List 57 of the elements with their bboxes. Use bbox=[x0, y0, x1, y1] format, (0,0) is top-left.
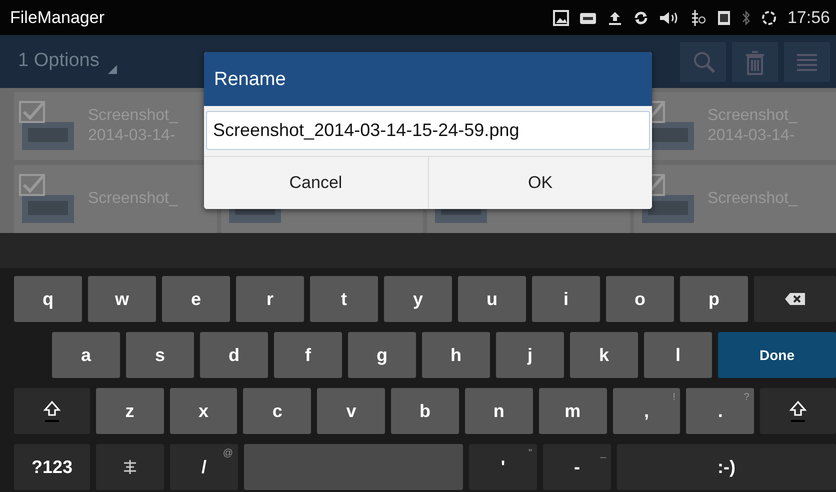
key[interactable]: g bbox=[348, 332, 416, 378]
key[interactable]: c bbox=[243, 388, 312, 434]
key[interactable]: i bbox=[532, 276, 600, 322]
picture-icon bbox=[553, 10, 570, 26]
key[interactable]: ?123 bbox=[14, 444, 90, 490]
key[interactable]: d bbox=[200, 332, 268, 378]
key[interactable]: t bbox=[310, 276, 378, 322]
key[interactable]: b bbox=[391, 388, 459, 434]
ftp-icon bbox=[579, 10, 598, 24]
key[interactable]: w bbox=[88, 276, 156, 322]
key[interactable]: f bbox=[274, 332, 342, 378]
key[interactable]: z bbox=[96, 388, 164, 434]
key[interactable]: h bbox=[422, 332, 490, 378]
bluetooth-icon bbox=[741, 10, 752, 26]
key[interactable]: l bbox=[644, 332, 712, 378]
key[interactable]: ' " bbox=[469, 444, 537, 490]
key[interactable]: j bbox=[496, 332, 564, 378]
sim-icon bbox=[717, 10, 732, 26]
loading-icon bbox=[761, 10, 778, 26]
key[interactable]: . ? bbox=[686, 388, 754, 434]
key[interactable]: x bbox=[170, 388, 238, 434]
filename-field[interactable]: Screenshot_2014-03-14-15-24-59.png bbox=[206, 111, 650, 150]
clock-time: 17:56 bbox=[787, 6, 830, 29]
key[interactable]: a bbox=[52, 332, 120, 378]
key[interactable]: k bbox=[570, 332, 638, 378]
key[interactable]: v bbox=[317, 388, 386, 434]
key[interactable]: , ! bbox=[612, 388, 680, 434]
dialog-title: Rename bbox=[204, 52, 652, 106]
key[interactable]: o bbox=[606, 276, 674, 322]
ok-button[interactable]: OK bbox=[428, 157, 652, 209]
search-button[interactable] bbox=[680, 42, 726, 82]
key[interactable]: q bbox=[14, 276, 82, 322]
volume-icon bbox=[659, 10, 680, 26]
key[interactable]: p bbox=[680, 276, 748, 322]
app-title: FileManager bbox=[10, 6, 104, 29]
input-settings-icon bbox=[122, 459, 138, 475]
done-key[interactable]: Done bbox=[718, 332, 836, 378]
key[interactable]: u bbox=[458, 276, 526, 322]
menu-button[interactable] bbox=[784, 42, 830, 82]
key[interactable]: m bbox=[538, 388, 607, 434]
key[interactable]: r bbox=[236, 276, 304, 322]
upload-icon bbox=[607, 10, 624, 26]
shift-icon bbox=[789, 400, 808, 422]
key[interactable]: / @ bbox=[170, 444, 238, 490]
trash-button[interactable] bbox=[732, 42, 778, 82]
shift-icon bbox=[42, 400, 61, 422]
sync-icon bbox=[633, 10, 650, 26]
usb-icon bbox=[689, 8, 708, 26]
key[interactable]: s bbox=[126, 332, 194, 378]
key[interactable]: n bbox=[464, 388, 533, 434]
backspace-icon bbox=[784, 292, 806, 306]
dropdown-triangle-icon bbox=[108, 64, 118, 74]
cancel-button[interactable]: Cancel bbox=[204, 157, 428, 209]
key[interactable]: - _ bbox=[543, 444, 611, 490]
key[interactable]: :-) bbox=[617, 444, 836, 490]
key[interactable]: e bbox=[162, 276, 230, 322]
key[interactable]: y bbox=[384, 276, 452, 322]
